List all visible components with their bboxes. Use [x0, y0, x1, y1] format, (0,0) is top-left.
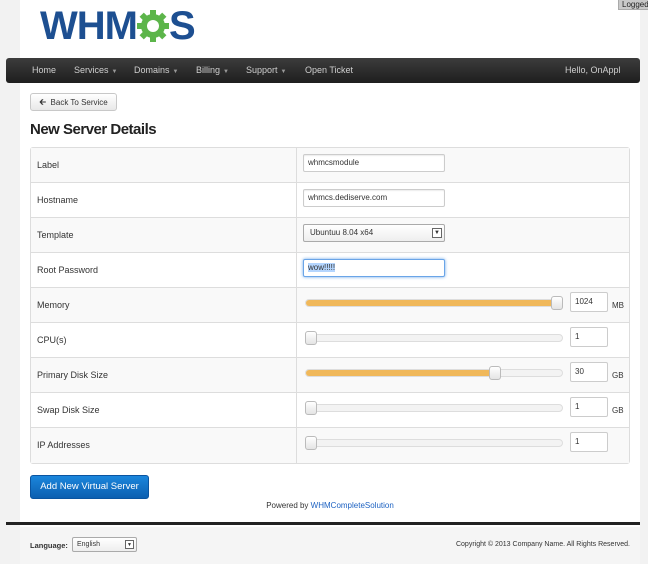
form-row-hostname: Hostname whmcs.dediserve.com	[31, 183, 629, 218]
footer-divider	[6, 522, 640, 525]
field-label: Hostname	[37, 195, 79, 205]
slider-handle[interactable]	[489, 366, 502, 380]
form-row-cpus: CPU(s) 1	[31, 323, 629, 358]
primary-disk-value-input[interactable]: 30	[570, 362, 608, 382]
language-select-value: English	[77, 541, 100, 548]
user-greeting: Hello, OnAppl	[565, 65, 621, 75]
main-navbar: Home Services ▼ Domains ▼ Billing ▼ Support…	[6, 58, 640, 83]
root-password-input[interactable]: wow!!!!!	[303, 259, 445, 277]
language-select[interactable]: English ▼	[72, 537, 137, 552]
nav-user-menu[interactable]: Hello, OnAppl	[565, 58, 621, 83]
form-row-template: Template Ubuntuu 8.04 x64 ▼	[31, 218, 629, 253]
label-input[interactable]: whmcsmodule	[303, 154, 445, 172]
field-label: Template	[37, 230, 74, 240]
root-password-value: wow!!!!!	[308, 263, 336, 272]
nav-open-ticket[interactable]: Open Ticket	[305, 58, 353, 83]
caret-down-icon: ▼	[172, 69, 179, 75]
memory-slider[interactable]	[305, 296, 563, 310]
nav-label: Billing	[196, 65, 221, 75]
nav-home[interactable]: Home	[32, 58, 56, 83]
caret-down-icon: ▼	[111, 69, 118, 75]
copyright-text: Copyright © 2013 Company Name. All Right…	[455, 541, 630, 548]
nav-label: Home	[32, 65, 57, 75]
powered-by-prefix: Powered by	[266, 501, 309, 510]
memory-value-input[interactable]: 1024	[570, 292, 608, 312]
field-label: Label	[37, 160, 60, 170]
page-title: New Server Details	[30, 121, 157, 138]
ip-addresses-slider[interactable]	[305, 436, 563, 450]
swap-disk-value-input[interactable]: 1	[570, 397, 608, 417]
form-row-label: Label whmcsmodule	[31, 148, 629, 183]
logged-in-tab[interactable]: Logged	[618, 0, 648, 10]
dropdown-arrow-icon: ▼	[432, 228, 442, 238]
template-select[interactable]: Ubuntuu 8.04 x64 ▼	[303, 224, 445, 242]
powered-by: Powered by WHMCompleteSolution	[0, 501, 648, 510]
whmcs-logo[interactable]: WHM S	[40, 4, 196, 48]
field-label: Primary Disk Size	[37, 370, 109, 380]
nav-label: Support	[246, 65, 278, 75]
form-row-swap-disk: Swap Disk Size 1 GB	[31, 393, 629, 428]
field-label: Memory	[37, 300, 70, 310]
language-label: Language:	[30, 541, 68, 550]
nav-label: Domains	[134, 65, 170, 75]
nav-billing[interactable]: Billing ▼	[196, 58, 229, 83]
field-label: CPU(s)	[37, 335, 67, 345]
dropdown-arrow-icon: ▼	[125, 540, 134, 549]
back-to-service-button[interactable]: 🡰 Back To Service	[30, 93, 117, 111]
template-select-value: Ubuntuu 8.04 x64	[310, 228, 374, 237]
server-details-form: Label whmcsmodule Hostname whmcs.dediser…	[30, 147, 630, 464]
cpus-slider[interactable]	[305, 331, 563, 345]
swap-disk-slider[interactable]	[305, 401, 563, 415]
caret-down-icon: ▼	[280, 69, 287, 75]
slider-handle[interactable]	[305, 401, 318, 415]
form-row-memory: Memory 1024 MB	[31, 288, 629, 323]
form-row-ip-addresses: IP Addresses 1	[31, 428, 629, 463]
logo-text-right: S	[168, 4, 196, 48]
primary-disk-slider[interactable]	[305, 366, 563, 380]
slider-fill	[306, 300, 562, 306]
form-row-primary-disk: Primary Disk Size 30 GB	[31, 358, 629, 393]
nav-domains[interactable]: Domains ▼	[134, 58, 178, 83]
unit-label: MB	[612, 301, 624, 310]
nav-support[interactable]: Support ▼	[246, 58, 286, 83]
unit-label: GB	[612, 371, 624, 380]
slider-handle[interactable]	[550, 296, 563, 310]
slider-handle[interactable]	[305, 436, 318, 450]
whmcompletesolution-link[interactable]: WHMCompleteSolution	[311, 501, 394, 510]
slider-fill	[306, 370, 496, 376]
nav-services[interactable]: Services ▼	[74, 58, 117, 83]
gear-icon	[136, 10, 169, 42]
nav-label: Services	[74, 65, 109, 75]
footer: Language: English ▼ Copyright © 2013 Com…	[20, 527, 640, 564]
cpus-value-input[interactable]: 1	[570, 327, 608, 347]
page-container: WHM S 🡰 Back To Service New Server Detai…	[20, 0, 640, 564]
slider-handle[interactable]	[305, 331, 318, 345]
nav-label: Open Ticket	[305, 65, 354, 75]
add-new-virtual-server-button[interactable]: Add New Virtual Server	[30, 475, 149, 499]
field-label: Swap Disk Size	[37, 405, 100, 415]
hostname-input[interactable]: whmcs.dediserve.com	[303, 189, 445, 207]
unit-label: GB	[612, 406, 624, 415]
form-row-root-password: Root Password wow!!!!!	[31, 253, 629, 288]
caret-down-icon: ▼	[223, 69, 229, 75]
arrow-left-icon: 🡰	[39, 97, 47, 107]
ip-addresses-value-input[interactable]: 1	[570, 432, 608, 452]
back-button-label: Back To Service	[50, 98, 108, 107]
field-label: Root Password	[37, 265, 99, 275]
logo-text-left: WHM	[40, 4, 138, 48]
field-label: IP Addresses	[37, 440, 90, 450]
